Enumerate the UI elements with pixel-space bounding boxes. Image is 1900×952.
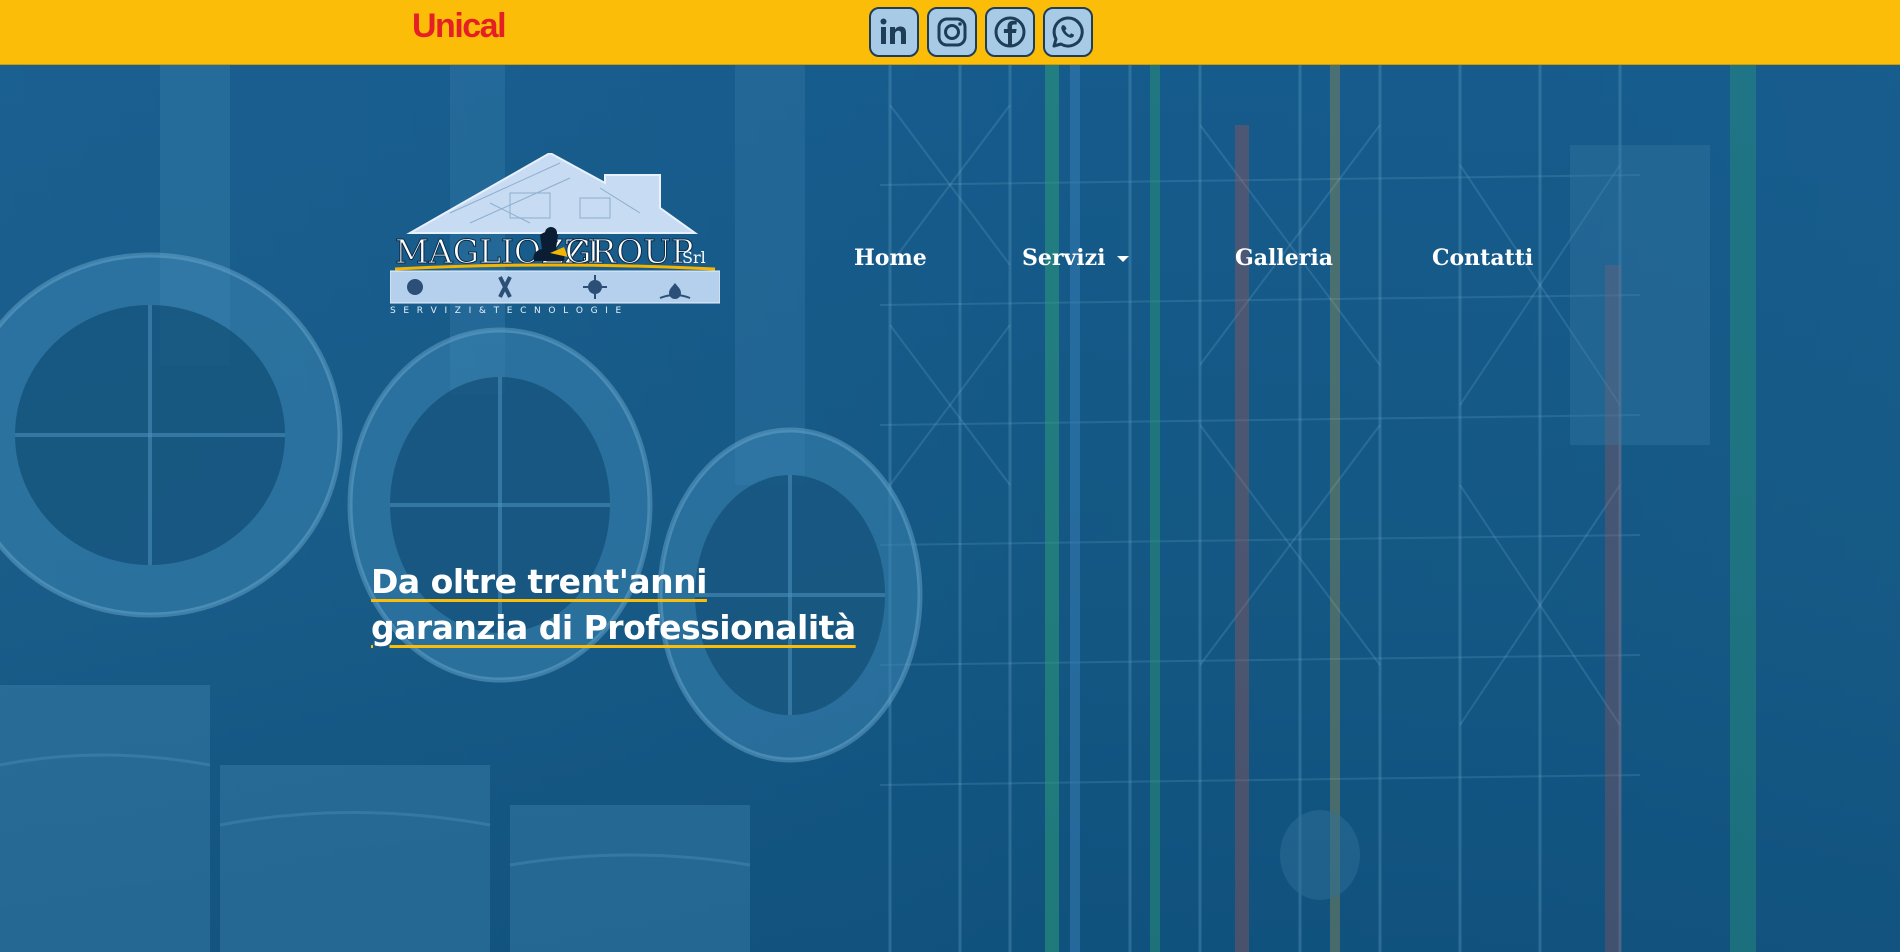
nav-home[interactable]: Home <box>854 243 927 273</box>
social-links <box>869 7 1093 57</box>
top-bar: Unical <box>0 0 1900 65</box>
nav-servizi[interactable]: Servizi <box>1022 243 1130 273</box>
whatsapp-icon <box>1052 16 1084 48</box>
logo-tagline: S E R V I Z I & T E C N O L O G I E <box>390 306 624 315</box>
hero-headline: Da oltre trent'anni garanzia di Professi… <box>371 559 856 651</box>
whatsapp-button[interactable] <box>1043 7 1093 57</box>
magliozzi-group-logo[interactable]: MAGLIOZZI GROUP Srl S E R V I Z I & T E … <box>390 153 720 315</box>
facebook-button[interactable] <box>985 7 1035 57</box>
instagram-icon <box>937 17 967 47</box>
hero-headline-line1-text: Da oltre trent'anni <box>371 562 707 601</box>
hero-headline-line2-text: garanzia di Professionalità <box>371 608 856 647</box>
industrial-background-image <box>0 65 1756 952</box>
facebook-icon <box>994 16 1026 48</box>
hero-headline-line1: Da oltre trent'anni <box>371 559 856 605</box>
linkedin-icon <box>880 18 906 44</box>
nav-servizi-label: Servizi <box>1022 245 1106 271</box>
nav-galleria[interactable]: Galleria <box>1235 243 1333 273</box>
unical-logo[interactable]: Unical <box>412 6 507 46</box>
hero-headline-line2: garanzia di Professionalità <box>371 605 856 651</box>
hero-section: MAGLIOZZI GROUP Srl S E R V I Z I & T E … <box>0 65 1900 952</box>
linkedin-button[interactable] <box>869 7 919 57</box>
main-navigation: Home Servizi Galleria Contatti <box>0 243 1900 273</box>
chevron-down-icon <box>1117 256 1130 262</box>
instagram-button[interactable] <box>927 7 977 57</box>
nav-contatti[interactable]: Contatti <box>1432 243 1533 273</box>
